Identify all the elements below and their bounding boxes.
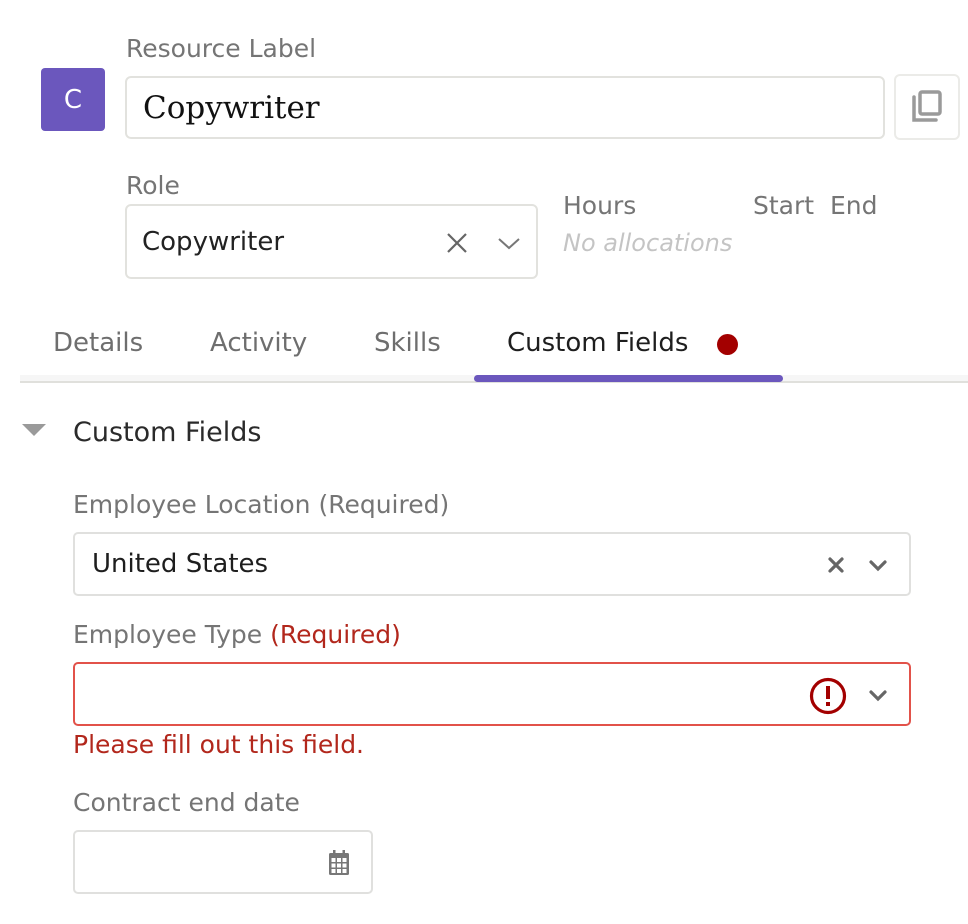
calendar-icon[interactable]: [327, 849, 351, 877]
resource-label-input[interactable]: Copywriter: [125, 76, 885, 139]
close-icon[interactable]: [827, 556, 845, 574]
employee-type-label: Employee Type (Required): [73, 620, 401, 649]
resource-edit-panel: C Resource Label Copywriter Role Copywri…: [0, 0, 968, 924]
start-header: Start: [753, 191, 815, 220]
error-indicator-dot: [717, 334, 738, 355]
contract-end-date-input[interactable]: [73, 830, 373, 894]
section-title[interactable]: Custom Fields: [73, 417, 261, 448]
employee-location-value: United States: [92, 549, 269, 579]
avatar: C: [41, 68, 105, 131]
copy-button[interactable]: [894, 74, 960, 140]
chevron-down-icon[interactable]: [497, 234, 521, 252]
error-alert-icon: [809, 677, 847, 715]
tab-activity[interactable]: Activity: [210, 328, 307, 358]
collapse-triangle-icon[interactable]: [22, 424, 46, 436]
contract-end-date-label: Contract end date: [73, 788, 300, 817]
resource-label-value: Copywriter: [143, 89, 320, 126]
employee-type-select[interactable]: [73, 662, 911, 726]
role-select[interactable]: Copywriter: [125, 204, 538, 279]
hours-header: Hours: [563, 191, 637, 220]
employee-location-select[interactable]: United States: [73, 532, 911, 596]
employee-type-label-text: Employee Type: [73, 620, 263, 649]
role-label: Role: [126, 171, 180, 200]
avatar-initial: C: [63, 84, 83, 115]
error-message: Please fill out this field.: [73, 730, 365, 759]
required-indicator: (Required): [270, 620, 401, 649]
active-tab-indicator: [474, 375, 783, 382]
end-header: End: [830, 191, 878, 220]
resource-label-title: Resource Label: [126, 34, 317, 63]
copy-icon: [912, 90, 942, 122]
chevron-down-icon[interactable]: [868, 689, 888, 703]
tab-custom-fields[interactable]: Custom Fields: [507, 328, 688, 358]
role-value: Copywriter: [142, 226, 285, 257]
tab-skills[interactable]: Skills: [374, 328, 441, 358]
tab-details[interactable]: Details: [53, 328, 143, 358]
chevron-down-icon[interactable]: [868, 559, 888, 573]
no-allocations-text: No allocations: [563, 229, 733, 257]
close-icon[interactable]: [445, 231, 469, 255]
employee-location-label: Employee Location (Required): [73, 490, 450, 519]
